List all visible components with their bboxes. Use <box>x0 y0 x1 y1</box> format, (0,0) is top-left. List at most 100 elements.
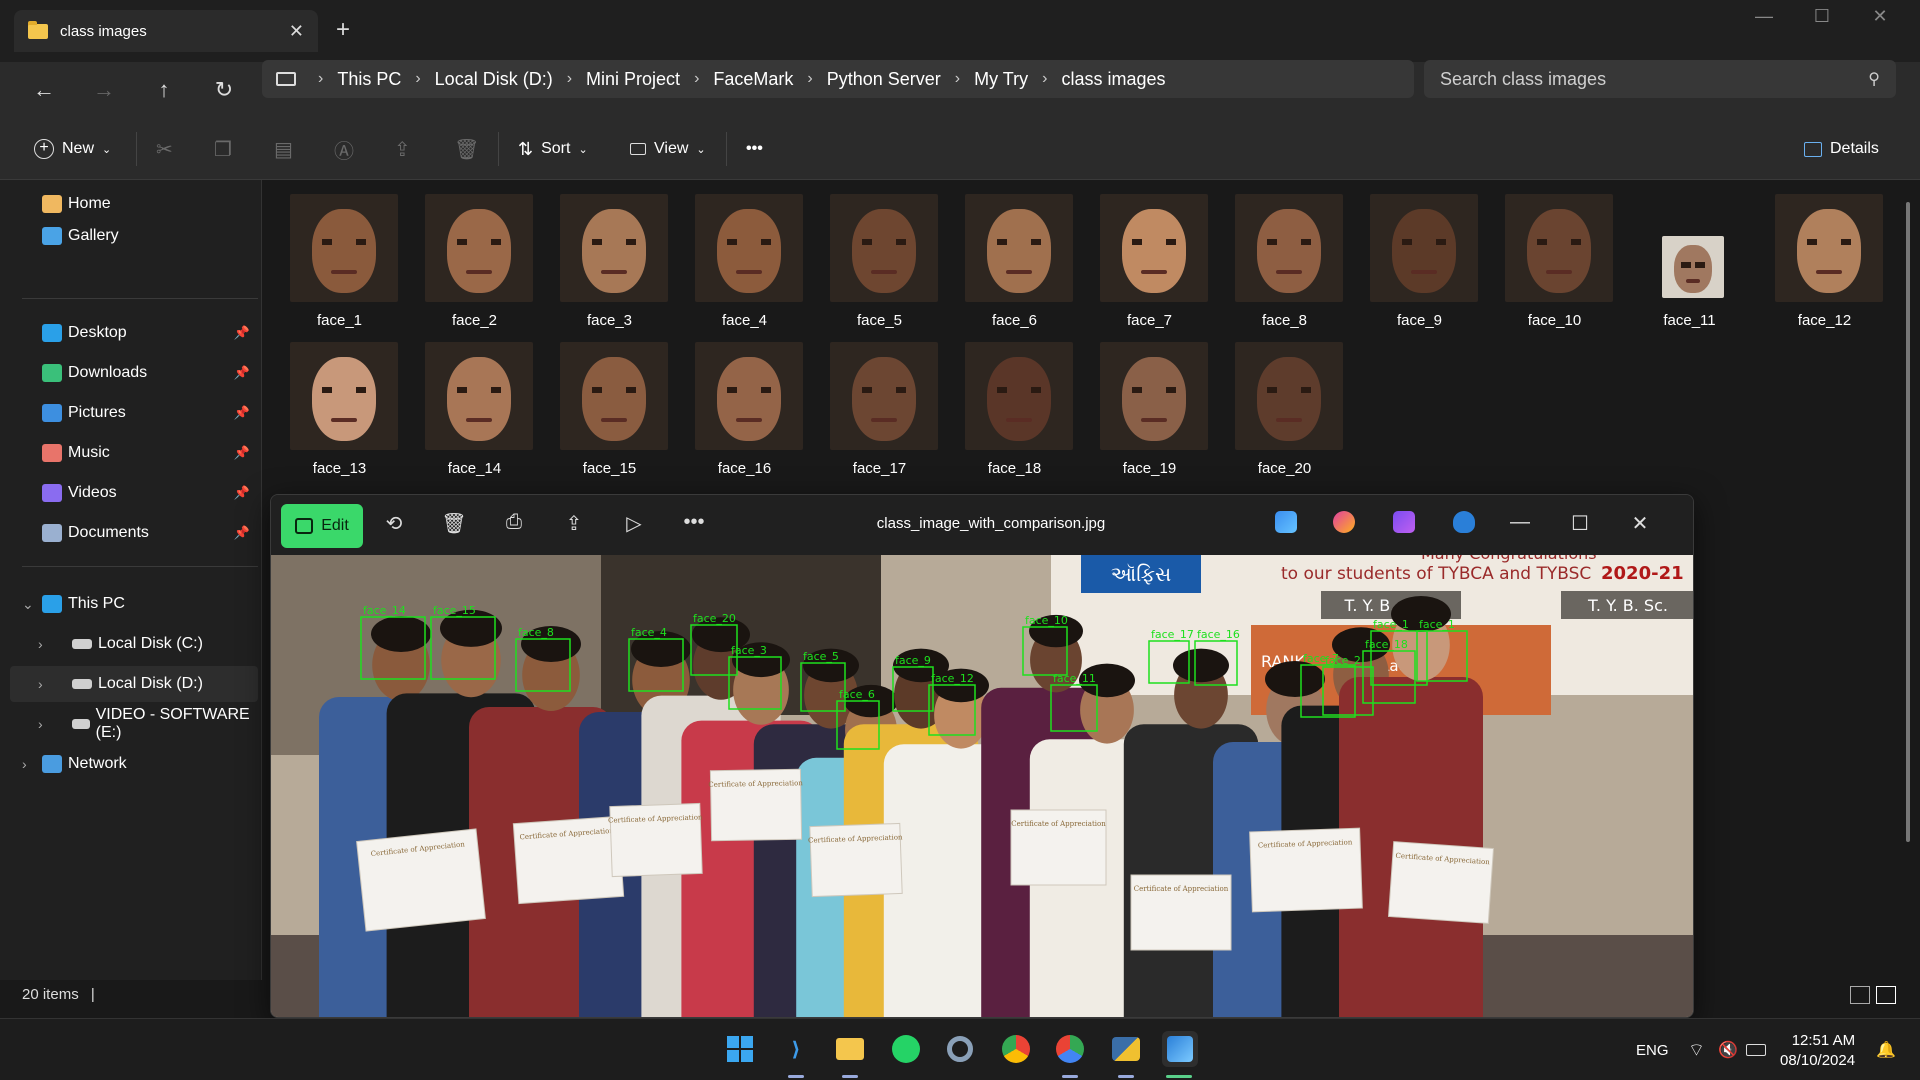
system-clock[interactable]: 12:51 AM 08/10/2024 <box>1780 1031 1855 1071</box>
breadcrumb-item[interactable]: Python Server <box>827 69 941 90</box>
sidebar-item-desktop[interactable]: Desktop 📌 <box>0 315 258 351</box>
file-item[interactable]: face_16 <box>677 338 812 478</box>
sidebar-tree-item[interactable]: ⌄ This PC <box>0 586 258 622</box>
rename-button[interactable]: Ⓐ <box>334 134 354 164</box>
file-item[interactable]: face_17 <box>812 338 947 478</box>
close-viewer-button[interactable]: ✕ <box>1625 511 1655 536</box>
chevron-right-icon[interactable]: › <box>38 636 43 652</box>
file-item[interactable]: face_3 <box>542 190 677 330</box>
photos-app-icon[interactable] <box>1275 511 1297 533</box>
file-item[interactable]: face_4 <box>677 190 812 330</box>
details-button[interactable]: Details <box>1804 134 1879 164</box>
cut-button[interactable]: ✂ <box>156 134 173 164</box>
minimize-button[interactable]: — <box>1744 6 1784 27</box>
file-item[interactable]: face_8 <box>1217 190 1352 330</box>
python-app-icon[interactable] <box>1108 1031 1144 1067</box>
chevron-right-icon[interactable]: › <box>567 70 572 88</box>
pin-icon[interactable]: 📌 <box>234 525 250 541</box>
chevron-right-icon[interactable]: › <box>1042 70 1047 88</box>
edit-button[interactable]: Edit <box>281 504 363 548</box>
copilot-icon[interactable] <box>1333 511 1355 533</box>
close-tab-icon[interactable]: ✕ <box>289 21 304 42</box>
file-explorer-icon[interactable] <box>832 1031 868 1067</box>
notification-bell-icon[interactable]: 🔔 <box>1876 1019 1896 1080</box>
onedrive-off-icon[interactable] <box>1453 511 1475 533</box>
chevron-right-icon[interactable]: › <box>955 70 960 88</box>
sidebar-item-music[interactable]: Music 📌 <box>0 435 258 471</box>
slideshow-icon[interactable]: ▷ <box>619 511 649 536</box>
chevron-down-icon[interactable]: ⌄ <box>22 596 34 613</box>
battery-icon[interactable] <box>1746 1019 1766 1080</box>
sidebar-item-pictures[interactable]: Pictures 📌 <box>0 395 258 431</box>
scrollbar-thumb[interactable] <box>1906 202 1910 842</box>
print-icon[interactable]: ⎙ <box>499 511 529 534</box>
rotate-icon[interactable]: ⟲ <box>379 511 409 536</box>
sidebar-item-videos[interactable]: Videos 📌 <box>0 475 258 511</box>
refresh-icon[interactable]: ↻ <box>204 72 244 108</box>
photos-taskbar-icon[interactable] <box>1162 1031 1198 1067</box>
large-icons-view-icon[interactable] <box>1876 986 1896 1004</box>
chevron-right-icon[interactable]: › <box>415 70 420 88</box>
settings-gear-icon[interactable] <box>942 1031 978 1067</box>
chrome-icon[interactable] <box>998 1031 1034 1067</box>
maximize-button[interactable]: ☐ <box>1802 6 1842 27</box>
volume-muted-icon[interactable]: 🔇 <box>1718 1019 1738 1080</box>
sidebar-tree-item[interactable]: › VIDEO - SOFTWARE (E:) <box>10 706 258 742</box>
whatsapp-icon[interactable] <box>888 1031 924 1067</box>
wifi-icon[interactable]: ⌔ <box>1688 1019 1705 1080</box>
file-item[interactable]: face_2 <box>407 190 542 330</box>
breadcrumb-item[interactable]: class images <box>1061 69 1165 90</box>
sidebar-item-documents[interactable]: Documents 📌 <box>0 515 258 551</box>
close-window-button[interactable]: ✕ <box>1860 6 1900 27</box>
delete-button[interactable]: 🗑 <box>454 134 479 164</box>
breadcrumb-item[interactable]: My Try <box>974 69 1028 90</box>
vertical-scrollbar[interactable] <box>1904 190 1912 990</box>
file-item[interactable]: face_5 <box>812 190 947 330</box>
chevron-right-icon[interactable]: › <box>807 70 812 88</box>
file-item[interactable]: face_9 <box>1352 190 1487 330</box>
sidebar-tree-item[interactable]: › Local Disk (C:) <box>10 626 258 662</box>
pin-icon[interactable]: 📌 <box>234 325 250 341</box>
file-item[interactable]: face_6 <box>947 190 1082 330</box>
search-input[interactable]: Search class images ⚲ <box>1424 60 1896 98</box>
back-arrow-icon[interactable]: ← <box>24 72 64 108</box>
sidebar-tree-item[interactable]: › Local Disk (D:) <box>10 666 258 702</box>
share-button[interactable]: ⇪ <box>394 134 411 164</box>
sidebar-item-gallery[interactable]: Gallery <box>0 218 258 254</box>
new-tab-button[interactable]: + <box>336 16 350 44</box>
vscode-icon[interactable]: ⟩ <box>778 1031 814 1067</box>
language-indicator[interactable]: ENG <box>1636 1019 1669 1080</box>
share-icon[interactable]: ⇪ <box>559 511 589 536</box>
chrome-profile-icon[interactable] <box>1052 1031 1088 1067</box>
file-item[interactable]: face_19 <box>1082 338 1217 478</box>
more-options-button[interactable]: ••• <box>746 134 763 164</box>
file-item[interactable]: face_20 <box>1217 338 1352 478</box>
copy-button[interactable]: ❐ <box>214 134 232 164</box>
pin-icon[interactable]: 📌 <box>234 405 250 421</box>
file-item[interactable]: face_14 <box>407 338 542 478</box>
breadcrumb-item[interactable]: FaceMark <box>713 69 793 90</box>
clipchamp-icon[interactable] <box>1393 511 1415 533</box>
chevron-right-icon[interactable]: › <box>22 756 27 772</box>
windows-start-icon[interactable] <box>722 1031 758 1067</box>
file-item[interactable]: face_13 <box>272 338 407 478</box>
chevron-right-icon[interactable]: › <box>694 70 699 88</box>
view-button[interactable]: View ⌄ <box>630 134 706 164</box>
chevron-right-icon[interactable]: › <box>38 716 43 732</box>
file-item[interactable]: face_10 <box>1487 190 1622 330</box>
file-item[interactable]: face_11 <box>1622 190 1757 330</box>
new-button[interactable]: + New ⌄ <box>34 134 111 164</box>
breadcrumb-item[interactable]: Mini Project <box>586 69 680 90</box>
details-view-icon[interactable] <box>1850 986 1870 1004</box>
sidebar-item-home[interactable]: Home <box>0 186 258 222</box>
delete-icon[interactable]: 🗑 <box>439 511 469 536</box>
pin-icon[interactable]: 📌 <box>234 445 250 461</box>
sort-button[interactable]: ⇅ Sort ⌄ <box>518 134 588 164</box>
paste-button[interactable]: ▤ <box>274 134 293 164</box>
file-item[interactable]: face_15 <box>542 338 677 478</box>
file-item[interactable]: face_7 <box>1082 190 1217 330</box>
breadcrumb[interactable]: › This PC › Local Disk (D:) › Mini Project › F… <box>262 60 1414 98</box>
pin-icon[interactable]: 📌 <box>234 485 250 501</box>
pin-icon[interactable]: 📌 <box>234 365 250 381</box>
chevron-right-icon[interactable]: › <box>38 676 43 692</box>
